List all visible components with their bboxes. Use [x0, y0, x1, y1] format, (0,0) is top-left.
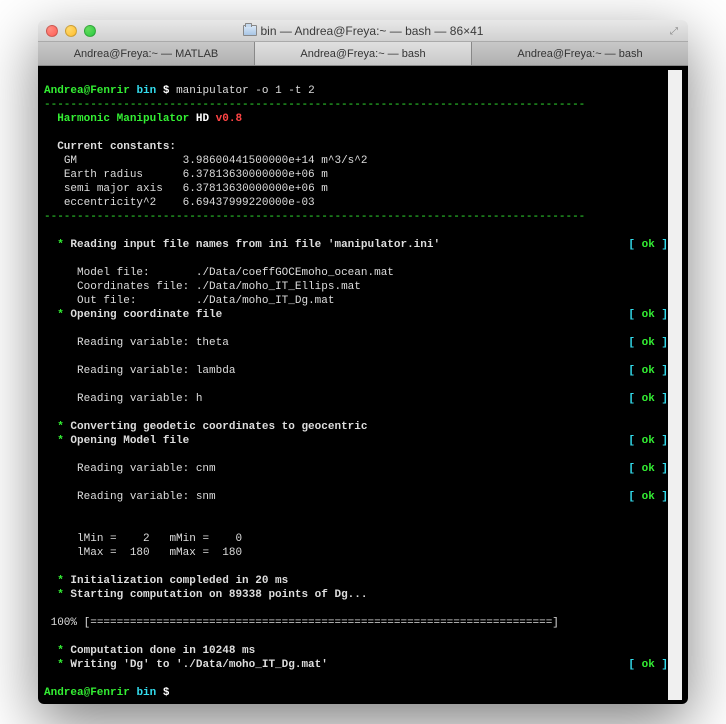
read-h: Reading variable: h — [77, 393, 202, 405]
terminal-content: Andrea@Fenrir bin $ manipulator -o 1 -t … — [44, 70, 668, 700]
prompt-symbol: $ — [163, 85, 170, 97]
ok-2: ok — [642, 309, 655, 321]
expand-icon[interactable]: ⤢ — [670, 26, 680, 36]
prompt-symbol-2: $ — [163, 687, 170, 699]
progress-pct: 100% — [51, 617, 77, 629]
read-lambda: Reading variable: lambda — [77, 365, 235, 377]
ok-4: ok — [642, 365, 655, 377]
mmax: mMax = 180 — [169, 547, 242, 559]
step-open-model: Opening Model file — [70, 435, 189, 447]
model-file-value: ./Data/coeffGOCEmoho_ocean.mat — [196, 267, 394, 279]
coords-file-value: ./Data/moho_IT_Ellips.mat — [196, 281, 361, 293]
window-title-text: bin — Andrea@Freya:~ — bash — 86×41 — [261, 24, 484, 38]
ok-7: ok — [642, 463, 655, 475]
ok-3: ok — [642, 337, 655, 349]
write-msg: Writing 'Dg' to './Data/moho_IT_Dg.mat' — [70, 659, 327, 671]
banner-hd: HD — [196, 113, 209, 125]
mmin: mMin = 0 — [169, 533, 242, 545]
zoom-button[interactable] — [84, 25, 96, 37]
ok-1: ok — [642, 239, 655, 251]
out-file-value: ./Data/moho_IT_Dg.mat — [196, 295, 335, 307]
const-ecc-value: 6.69437999220000e-03 — [183, 197, 315, 209]
scrollbar[interactable] — [668, 70, 682, 700]
const-ecc-label: eccentricity^2 — [64, 197, 156, 209]
prompt-user: Andrea@Fenrir — [44, 85, 130, 97]
command-text: manipulator -o 1 -t 2 — [176, 85, 315, 97]
start-msg: Starting computation on 89338 points of … — [70, 589, 367, 601]
prompt-cwd-2: bin — [136, 687, 156, 699]
lmax: lMax = 180 — [77, 547, 150, 559]
const-sma-value: 6.37813630000000e+06 m — [183, 183, 328, 195]
progress-bar: [=======================================… — [84, 617, 559, 629]
ok-8: ok — [642, 491, 655, 503]
ok-5: ok — [642, 393, 655, 405]
tab-bar: Andrea@Freya:~ — MATLAB Andrea@Freya:~ —… — [38, 42, 688, 66]
terminal-body[interactable]: Andrea@Fenrir bin $ manipulator -o 1 -t … — [38, 66, 688, 704]
init-msg: Initialization compleded in 20 ms — [70, 575, 288, 587]
minimize-button[interactable] — [65, 25, 77, 37]
const-sma-label: semi major axis — [64, 183, 163, 195]
prompt-user-2: Andrea@Fenrir — [44, 687, 130, 699]
model-file-label: Model file: — [77, 267, 150, 279]
window-title: bin — Andrea@Freya:~ — bash — 86×41 — [38, 24, 688, 38]
const-gm-value: 3.98600441500000e+14 m^3/s^2 — [183, 155, 368, 167]
const-er-label: Earth radius — [64, 169, 143, 181]
tab-bash-2[interactable]: Andrea@Freya:~ — bash — [472, 42, 688, 65]
step-open-coord: Opening coordinate file — [70, 309, 222, 321]
read-theta: Reading variable: theta — [77, 337, 229, 349]
out-file-label: Out file: — [77, 295, 136, 307]
divider-top: ----------------------------------------… — [44, 99, 585, 111]
banner-version: v0.8 — [216, 113, 242, 125]
ok-6: ok — [642, 435, 655, 447]
banner-name: Harmonic Manipulator — [57, 113, 189, 125]
read-snm: Reading variable: snm — [77, 491, 216, 503]
constants-header: Current constants: — [57, 141, 176, 153]
ok-9: ok — [642, 659, 655, 671]
const-gm-label: GM — [64, 155, 77, 167]
prompt-cwd: bin — [136, 85, 156, 97]
tab-matlab[interactable]: Andrea@Freya:~ — MATLAB — [38, 42, 255, 65]
close-button[interactable] — [46, 25, 58, 37]
step-read-ini: Reading input file names from ini file '… — [70, 239, 440, 251]
traffic-lights — [46, 25, 96, 37]
tab-bash-1[interactable]: Andrea@Freya:~ — bash — [255, 42, 472, 65]
coords-file-label: Coordinates file: — [77, 281, 189, 293]
window-title-bar[interactable]: bin — Andrea@Freya:~ — bash — 86×41 ⤢ — [38, 20, 688, 42]
divider-bottom: ----------------------------------------… — [44, 211, 585, 223]
folder-icon — [243, 25, 257, 36]
step-convert: Converting geodetic coordinates to geoce… — [70, 421, 367, 433]
done-msg: Computation done in 10248 ms — [70, 645, 255, 657]
const-er-value: 6.37813630000000e+06 m — [183, 169, 328, 181]
lmin: lMin = 2 — [77, 533, 150, 545]
terminal-window: bin — Andrea@Freya:~ — bash — 86×41 ⤢ An… — [38, 20, 688, 704]
read-cnm: Reading variable: cnm — [77, 463, 216, 475]
